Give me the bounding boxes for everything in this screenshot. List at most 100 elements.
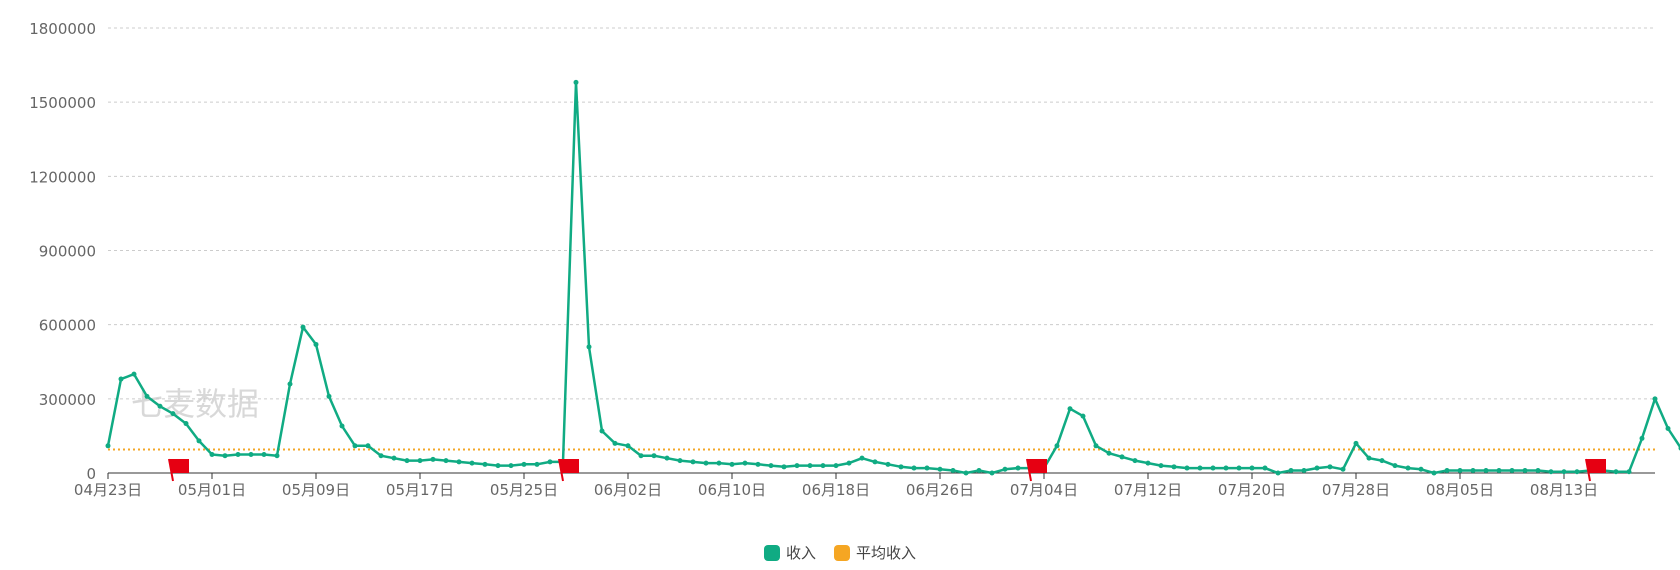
revenue-point (1392, 463, 1398, 469)
revenue-point (833, 463, 839, 469)
grid-lines (108, 27, 1655, 400)
revenue-point (625, 443, 631, 449)
revenue-point (859, 455, 865, 461)
event-flag-icon (168, 458, 189, 482)
x-tick-label: 07月20日 (1218, 481, 1286, 499)
revenue-point (989, 470, 995, 476)
legend-swatch-average (834, 544, 850, 561)
revenue-point (1119, 454, 1125, 460)
x-tick-label: 08月13日 (1530, 481, 1598, 499)
x-tick-label: 06月26日 (906, 481, 974, 499)
revenue-point (287, 381, 293, 387)
revenue-point (1496, 468, 1502, 474)
revenue-point (755, 461, 761, 467)
revenue-point (365, 443, 371, 449)
watermark-text: 七麦数据 (131, 385, 259, 423)
revenue-point (1340, 466, 1346, 472)
revenue-point (1405, 465, 1411, 471)
revenue-point (1353, 440, 1359, 446)
revenue-point (1275, 470, 1281, 476)
revenue-point (872, 459, 878, 465)
revenue-point (599, 428, 605, 434)
revenue-point (1418, 466, 1424, 472)
revenue-point (1210, 465, 1216, 471)
revenue-point (1626, 469, 1632, 475)
revenue-point (1015, 465, 1021, 471)
revenue-point (1288, 468, 1294, 474)
revenue-point (1080, 413, 1086, 419)
revenue-point (885, 461, 891, 467)
revenue-point (105, 443, 111, 449)
revenue-point (1262, 465, 1268, 471)
revenue-point (196, 438, 202, 444)
legend-item-average-revenue[interactable]: 平均收入 (834, 542, 916, 563)
revenue-point (820, 463, 826, 469)
revenue-point (924, 465, 930, 471)
revenue-point (222, 453, 228, 459)
flag-cloth (1027, 459, 1047, 473)
revenue-point (846, 460, 852, 466)
revenue-point (1379, 458, 1385, 464)
revenue-point (1509, 468, 1515, 474)
revenue-point (1366, 455, 1372, 461)
revenue-point (742, 460, 748, 466)
revenue-point (118, 376, 124, 382)
revenue-point (274, 453, 280, 459)
revenue-point (521, 461, 527, 467)
revenue-point (1223, 465, 1229, 471)
revenue-point (976, 468, 982, 474)
revenue-point (352, 443, 358, 449)
revenue-point (1249, 465, 1255, 471)
revenue-point (508, 463, 514, 469)
revenue-point (1652, 396, 1658, 402)
y-axis: 0300000600000900000120000015000001800000 (29, 20, 96, 483)
revenue-line (106, 81, 1680, 475)
revenue-point (1093, 443, 1099, 449)
revenue-point (651, 453, 657, 459)
revenue-point (586, 344, 592, 350)
revenue-point (534, 461, 540, 467)
chart-container: 0 300000 600000 900000 1200000 1500000 1800000… (0, 0, 1680, 570)
event-flag-icon (558, 458, 579, 482)
revenue-point (1483, 468, 1489, 474)
revenue-point (170, 411, 176, 417)
revenue-point (131, 371, 137, 377)
revenue-point (378, 453, 384, 459)
flag-cloth (559, 459, 579, 473)
revenue-point (1522, 468, 1528, 474)
y-tick-label: 1800000 (29, 20, 96, 38)
line-chart: 0300000600000900000120000015000001800000… (29, 20, 1680, 499)
revenue-point (1067, 406, 1073, 412)
x-tick-label: 05月01日 (178, 481, 246, 499)
revenue-point (469, 460, 475, 466)
revenue-point (339, 423, 345, 429)
legend-label-average: 平均收入 (856, 544, 917, 562)
revenue-point (430, 456, 436, 462)
x-tick-label: 07月04日 (1010, 481, 1078, 499)
revenue-point (664, 455, 670, 461)
revenue-point (768, 463, 774, 469)
revenue-point (1574, 469, 1580, 475)
revenue-point (300, 324, 306, 330)
revenue-point (1132, 458, 1138, 464)
legend-label-revenue: 收入 (785, 544, 816, 562)
revenue-series (105, 79, 1680, 476)
legend-item-revenue[interactable]: 收入 (763, 542, 816, 563)
revenue-point (1561, 469, 1567, 475)
revenue-point (1054, 443, 1060, 449)
x-tick-label: 05月09日 (282, 481, 350, 499)
revenue-point (1301, 468, 1307, 474)
x-tick-label: 07月12日 (1114, 481, 1182, 499)
x-tick-label: 04月23日 (74, 481, 142, 499)
revenue-point (729, 461, 735, 467)
revenue-point (417, 458, 423, 464)
revenue-point (1314, 465, 1320, 471)
revenue-point (261, 451, 267, 457)
revenue-point (482, 461, 488, 467)
revenue-point (443, 458, 449, 464)
y-tick-label: 1200000 (29, 168, 96, 186)
revenue-point (1470, 468, 1476, 474)
revenue-point (612, 440, 618, 446)
revenue-point (1613, 469, 1619, 475)
x-tick-label: 06月10日 (698, 481, 766, 499)
